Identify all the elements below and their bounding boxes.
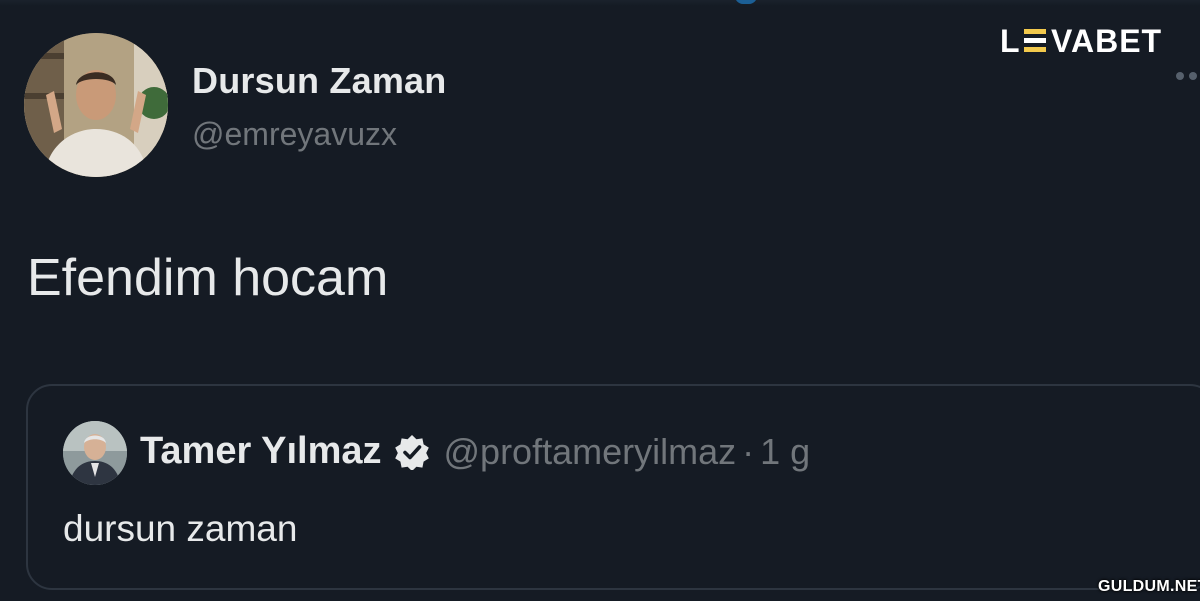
brand-logo: L VABET [1000, 22, 1172, 58]
top-edge-accent [735, 0, 757, 4]
author-name[interactable]: Dursun Zaman [192, 60, 446, 102]
profile-photo-icon [63, 421, 127, 485]
quoted-author-handle[interactable]: @proftameryilmaz [444, 431, 737, 473]
svg-text:L: L [1000, 23, 1021, 58]
quoted-tweet-card[interactable] [26, 384, 1200, 590]
verified-badge-icon [394, 434, 430, 470]
more-dot [1176, 72, 1184, 80]
quoted-tweet-header: Tamer Yılmaz @proftameryilmaz · 1 g [140, 430, 810, 473]
quoted-author-name[interactable]: Tamer Yılmaz [140, 430, 382, 473]
profile-photo-icon [24, 33, 168, 177]
watermark: GULDUM.NET [1098, 578, 1200, 595]
more-dots-icon[interactable] [1176, 72, 1197, 80]
more-dot [1189, 72, 1197, 80]
quoted-tweet-time[interactable]: 1 g [760, 431, 810, 473]
meta-separator: · [742, 430, 755, 472]
author-handle[interactable]: @emreyavuzx [192, 116, 397, 153]
top-edge [0, 0, 1200, 6]
author-avatar[interactable] [24, 33, 168, 177]
svg-text:VABET: VABET [1051, 23, 1162, 58]
quoted-tweet-text: dursun zaman [63, 508, 298, 549]
tweet-text: Efendim hocam [27, 249, 389, 307]
levabet-logo: L VABET [1000, 23, 1162, 58]
quoted-author-avatar[interactable] [63, 421, 127, 485]
